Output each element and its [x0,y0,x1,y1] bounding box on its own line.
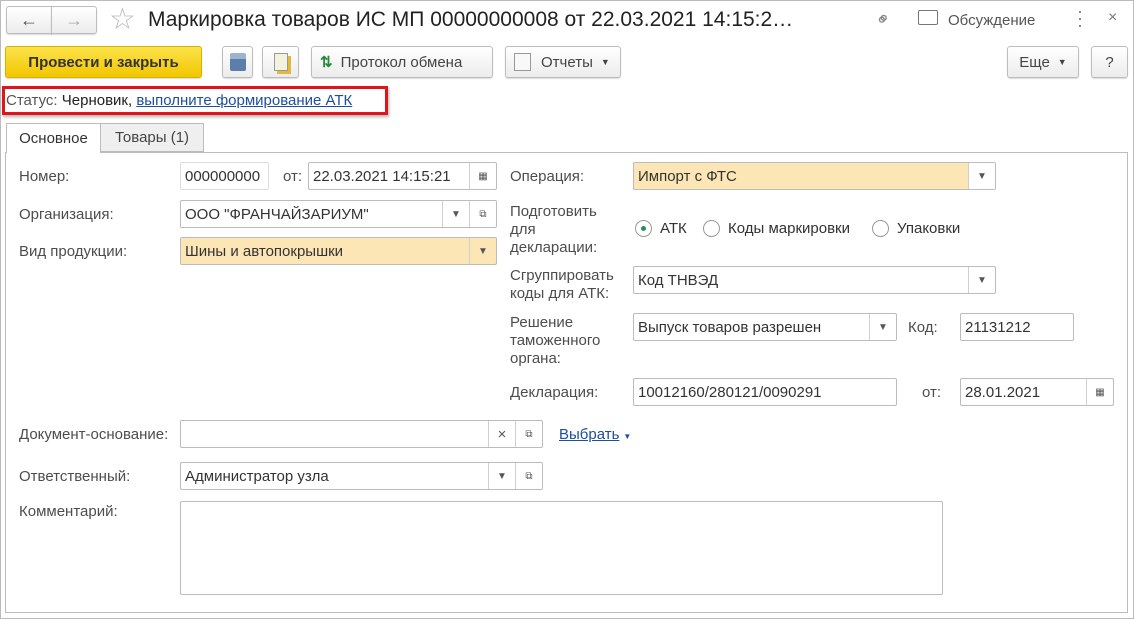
code-value: 21131212 [965,318,1031,336]
chevron-down-icon[interactable]: ▼ [442,201,469,227]
clear-icon[interactable]: × [488,421,515,447]
close-icon[interactable]: × [1108,9,1117,27]
product-type-field[interactable]: Шины и автопокрышки ▼ [180,237,497,265]
group-codes-field[interactable]: Код ТНВЭД ▼ [633,266,996,294]
chevron-down-icon[interactable]: ▼ [469,238,496,264]
save-button[interactable] [222,46,253,78]
responsible-label: Ответственный: [19,468,131,485]
number-field[interactable]: 000000000 [180,162,269,190]
responsible-field[interactable]: Администратор узла ▼ ⧉ [180,462,543,490]
window-title: Маркировка товаров ИС МП 00000000008 от … [148,8,794,31]
customs-decision-label: Решение таможенного органа: [510,314,601,367]
more-button[interactable]: Еще ▼ [1007,46,1079,78]
status-label: Статус: [6,92,58,109]
product-type-label: Вид продукции: [19,243,128,260]
number-value: 000000000 [185,167,261,185]
arrow-left-icon: ← [20,9,38,30]
chevron-down-icon: ▼ [623,432,632,441]
radio-atk[interactable] [635,220,652,237]
organization-field[interactable]: ООО "ФРАНЧАЙЗАРИУМ" ▼ ⧉ [180,200,497,228]
calendar-icon[interactable]: ▦ [469,163,496,189]
code-field[interactable]: 21131212 [960,313,1074,341]
customs-decision-value: Выпуск товаров разрешен [638,318,822,336]
exchange-arrows-icon: ⇅ [320,54,333,71]
chevron-down-icon[interactable]: ▼ [968,267,995,293]
declaration-value: 10012160/280121/0090291 [638,383,822,401]
discussion-button[interactable]: Обсуждение [948,12,1035,29]
operation-value: Импорт с ФТС [638,167,737,185]
declaration-date-label: от: [922,384,942,401]
post-and-close-button[interactable]: Провести и закрыть [5,46,202,78]
basis-document-field[interactable]: × ⧉ [180,420,543,448]
organization-label: Организация: [19,206,114,223]
tab-main[interactable]: Основное [6,123,101,153]
basis-document-label: Документ-основание: [19,426,169,443]
responsible-value: Администратор узла [185,467,329,485]
back-button[interactable]: ← [6,6,52,34]
status-value: Черновик, [61,92,133,109]
radio-packages-label[interactable]: Упаковки [897,220,960,238]
chevron-down-icon[interactable]: ▼ [968,163,995,189]
select-link-label: Выбрать [559,426,620,443]
forward-button[interactable]: → [51,6,97,34]
open-icon[interactable]: ⧉ [515,421,542,447]
exchange-log-button[interactable]: ⇅ Протокол обмена [311,46,493,78]
declaration-date-value: 28.01.2021 [965,383,1041,401]
radio-marking-codes[interactable] [703,220,720,237]
group-codes-value: Код ТНВЭД [638,271,719,289]
group-codes-label: Сгруппировать коды для АТК: [510,267,614,302]
post-icon [273,53,288,71]
chevron-down-icon[interactable]: ▼ [488,463,515,489]
tab-goods[interactable]: Товары (1) [100,123,204,152]
radio-marking-codes-label[interactable]: Коды маркировки [728,220,850,238]
open-icon[interactable]: ⧉ [469,201,496,227]
arrow-right-icon: → [65,9,83,30]
select-basis-link[interactable]: Выбрать ▼ [559,426,631,443]
number-label: Номер: [19,168,70,185]
help-button[interactable]: ? [1091,46,1128,78]
reports-label: Отчеты [541,53,593,71]
reports-button[interactable]: Отчеты ▼ [505,46,621,78]
chevron-down-icon: ▼ [600,57,610,67]
declaration-date-field[interactable]: 28.01.2021 ▦ [960,378,1114,406]
more-menu-icon[interactable]: · · · [1077,2,1083,34]
post-button[interactable] [262,46,299,78]
product-type-value: Шины и автопокрышки [185,242,344,260]
calendar-icon[interactable]: ▦ [1086,379,1113,405]
date-from-label: от: [283,168,303,185]
operation-field[interactable]: Импорт с ФТС ▼ [633,162,996,190]
operation-label: Операция: [510,168,585,185]
exchange-log-label: Протокол обмена [340,53,463,71]
prepare-label: Подготовить для декларации: [510,203,598,256]
status-line: Статус: Черновик, выполните формирование… [6,92,352,109]
date-value: 22.03.2021 14:15:21 [313,167,451,185]
radio-packages[interactable] [872,220,889,237]
date-field[interactable]: 22.03.2021 14:15:21 ▦ [308,162,497,190]
more-label: Еще [1019,53,1050,71]
report-icon [514,53,531,71]
chevron-down-icon[interactable]: ▼ [869,314,896,340]
declaration-label: Декларация: [510,384,599,401]
code-label: Код: [908,319,938,336]
customs-decision-field[interactable]: Выпуск товаров разрешен ▼ [633,313,897,341]
declaration-field[interactable]: 10012160/280121/0090291 [633,378,897,406]
save-icon [229,53,246,71]
chevron-down-icon: ▼ [1057,57,1067,67]
comment-label: Комментарий: [19,503,118,520]
star-icon[interactable]: ☆ [109,2,136,37]
organization-value: ООО "ФРАНЧАЙЗАРИУМ" [185,205,369,223]
radio-atk-label[interactable]: АТК [660,220,687,238]
generate-atk-link[interactable]: выполните формирование АТК [136,92,352,109]
discussion-icon [918,10,938,25]
comment-textarea[interactable] [180,501,943,595]
open-icon[interactable]: ⧉ [515,463,542,489]
